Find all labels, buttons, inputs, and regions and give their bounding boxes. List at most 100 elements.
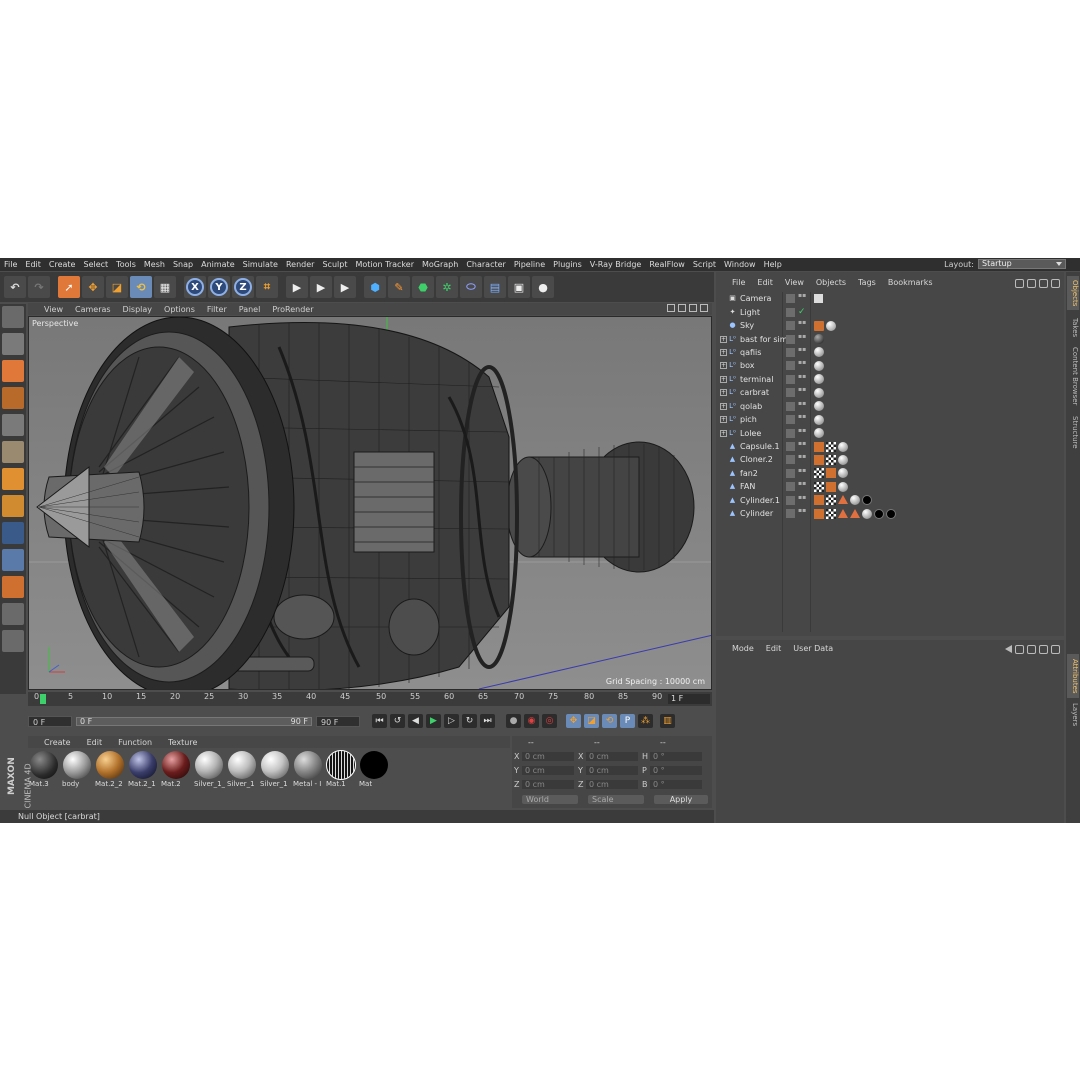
triangle-tag-icon[interactable]	[850, 508, 860, 518]
expand-icon[interactable]: +	[720, 429, 727, 437]
scale-tool-button[interactable]: ◪	[106, 276, 128, 298]
phong-tag-icon[interactable]	[826, 481, 836, 492]
material-tag-icon[interactable]	[814, 374, 824, 385]
menu-character[interactable]: Character	[462, 258, 510, 271]
visibility-toggle[interactable]	[786, 455, 795, 465]
layout-dropdown[interactable]: Startup	[978, 259, 1066, 269]
visibility-toggle[interactable]	[786, 401, 795, 411]
orbit-icon[interactable]	[689, 304, 697, 312]
uvw-tag-icon[interactable]	[814, 468, 824, 479]
material-tag-icon[interactable]	[838, 454, 848, 465]
menu-snap[interactable]: Snap	[169, 258, 197, 271]
uvw-tag-icon[interactable]	[826, 441, 836, 452]
key-position-button[interactable]: ✥	[566, 714, 581, 728]
points-mode-button[interactable]	[2, 414, 24, 436]
goto-start-button[interactable]: ⏮	[372, 714, 387, 728]
material-tag-icon[interactable]	[862, 508, 872, 519]
edges-mode-button[interactable]	[2, 441, 24, 463]
object-row-bast-for-sim[interactable]: + L⁰ bast for sim ▪▪	[720, 332, 1064, 345]
viewport-menu-prorender[interactable]: ProRender	[266, 305, 319, 314]
material-tag-icon[interactable]	[814, 347, 824, 358]
workplane-mode-button[interactable]	[2, 387, 24, 409]
world-dropdown[interactable]: World	[522, 795, 578, 804]
visibility-toggle[interactable]	[786, 347, 795, 357]
menu-motion-tracker[interactable]: Motion Tracker	[351, 258, 418, 271]
axis-mode-button[interactable]	[2, 495, 24, 517]
back-arrow-icon[interactable]	[1005, 645, 1012, 653]
material-menu-create[interactable]: Create	[36, 738, 79, 747]
model-mode-button[interactable]	[2, 333, 24, 355]
recent-tools-button[interactable]: ▦	[154, 276, 176, 298]
texture-mode-button[interactable]	[2, 360, 24, 382]
triangle-tag-icon[interactable]	[838, 508, 848, 518]
up-arrow-icon[interactable]	[1015, 645, 1024, 654]
expand-icon[interactable]: +	[720, 375, 727, 383]
visibility-toggle[interactable]	[786, 307, 795, 317]
attributes-menu-user-data[interactable]: User Data	[787, 644, 839, 653]
maximize-icon[interactable]	[700, 304, 708, 312]
end-frame-field[interactable]: 90 F	[316, 715, 360, 727]
next-key-button[interactable]: ↻	[462, 714, 477, 728]
tab-structure[interactable]: Structure	[1067, 412, 1079, 452]
visibility-toggle[interactable]	[786, 495, 795, 505]
magnet-button[interactable]	[2, 576, 24, 598]
tweak-mode-button[interactable]	[2, 522, 24, 544]
object-row-carbrat[interactable]: + L⁰ carbrat ▪▪	[720, 386, 1064, 399]
timeline-ruler[interactable]: 0 5 10 15 20 25 30 35 40 45 50 55 60 65 …	[28, 692, 712, 706]
cloner-button[interactable]: ✲	[436, 276, 458, 298]
object-row-camera[interactable]: ▣ Camera ▪▪	[720, 292, 1064, 305]
position-z-field[interactable]: 0 cm	[522, 780, 574, 789]
material-tag-icon[interactable]	[874, 508, 884, 519]
menu-plugins[interactable]: Plugins	[549, 258, 586, 271]
visibility-toggle[interactable]	[786, 415, 795, 425]
phong-tag-icon[interactable]	[814, 495, 824, 506]
light-button[interactable]: ●	[532, 276, 554, 298]
render-dots[interactable]: ▪▪	[798, 494, 806, 505]
material-tag-icon[interactable]	[838, 468, 848, 479]
material-tag-icon[interactable]	[814, 414, 824, 425]
menu-edit[interactable]: Edit	[21, 258, 45, 271]
keyframe-selection-button[interactable]: ◎	[542, 714, 557, 728]
menu-sculpt[interactable]: Sculpt	[318, 258, 351, 271]
object-row-lolee[interactable]: + L⁰ Lolee ▪▪	[720, 426, 1064, 439]
expand-icon[interactable]: +	[720, 416, 727, 424]
tab-content-browser[interactable]: Content Browser	[1067, 344, 1079, 408]
z-axis-button[interactable]: Z	[232, 276, 254, 298]
render-picture-viewer-button[interactable]: ▶	[310, 276, 332, 298]
render-view-button[interactable]: ▶	[286, 276, 308, 298]
key-parameter-button[interactable]: P	[620, 714, 635, 728]
camera-button[interactable]: ▣	[508, 276, 530, 298]
render-dots[interactable]: ▪▪	[798, 454, 806, 464]
objects-menu-edit[interactable]: Edit	[751, 278, 779, 287]
material-item[interactable]: Mat	[358, 750, 390, 790]
subdivision-button[interactable]: ⬣	[412, 276, 434, 298]
visibility-toggle[interactable]	[786, 442, 795, 452]
object-row-qolab[interactable]: + L⁰ qolab ▪▪	[720, 400, 1064, 413]
visibility-toggle[interactable]	[786, 428, 795, 438]
material-menu-function[interactable]: Function	[110, 738, 160, 747]
render-dots[interactable]: ▪▪	[798, 467, 806, 478]
material-item[interactable]: body	[61, 750, 93, 790]
material-tag-icon[interactable]	[838, 441, 848, 452]
phong-tag-icon[interactable]	[826, 468, 836, 479]
material-item[interactable]: Silver_1	[259, 750, 291, 790]
rotation-b-field[interactable]: 0 °	[650, 780, 702, 789]
size-z-field[interactable]: 0 cm	[586, 780, 638, 789]
menu-create[interactable]: Create	[45, 258, 80, 271]
expand-icon[interactable]: +	[720, 389, 727, 397]
timeline-window-button[interactable]: ▥	[660, 714, 675, 728]
search-icon[interactable]	[1015, 279, 1024, 288]
move-tool-button[interactable]: ✥	[82, 276, 104, 298]
material-tag-icon[interactable]	[862, 495, 872, 506]
expand-icon[interactable]: +	[720, 348, 727, 356]
redo-button[interactable]: ↷	[28, 276, 50, 298]
viewport-menu-view[interactable]: View	[38, 305, 69, 314]
render-dots[interactable]: ▪▪	[798, 441, 806, 451]
home-icon[interactable]	[1027, 279, 1036, 288]
tab-objects[interactable]: Objects	[1067, 276, 1079, 310]
key-rotation-button[interactable]: ⟲	[602, 714, 617, 728]
grid-lock-button[interactable]	[2, 630, 24, 652]
material-menu-edit[interactable]: Edit	[79, 738, 111, 747]
visibility-toggle[interactable]	[786, 468, 795, 478]
next-frame-button[interactable]: ▷	[444, 714, 459, 728]
